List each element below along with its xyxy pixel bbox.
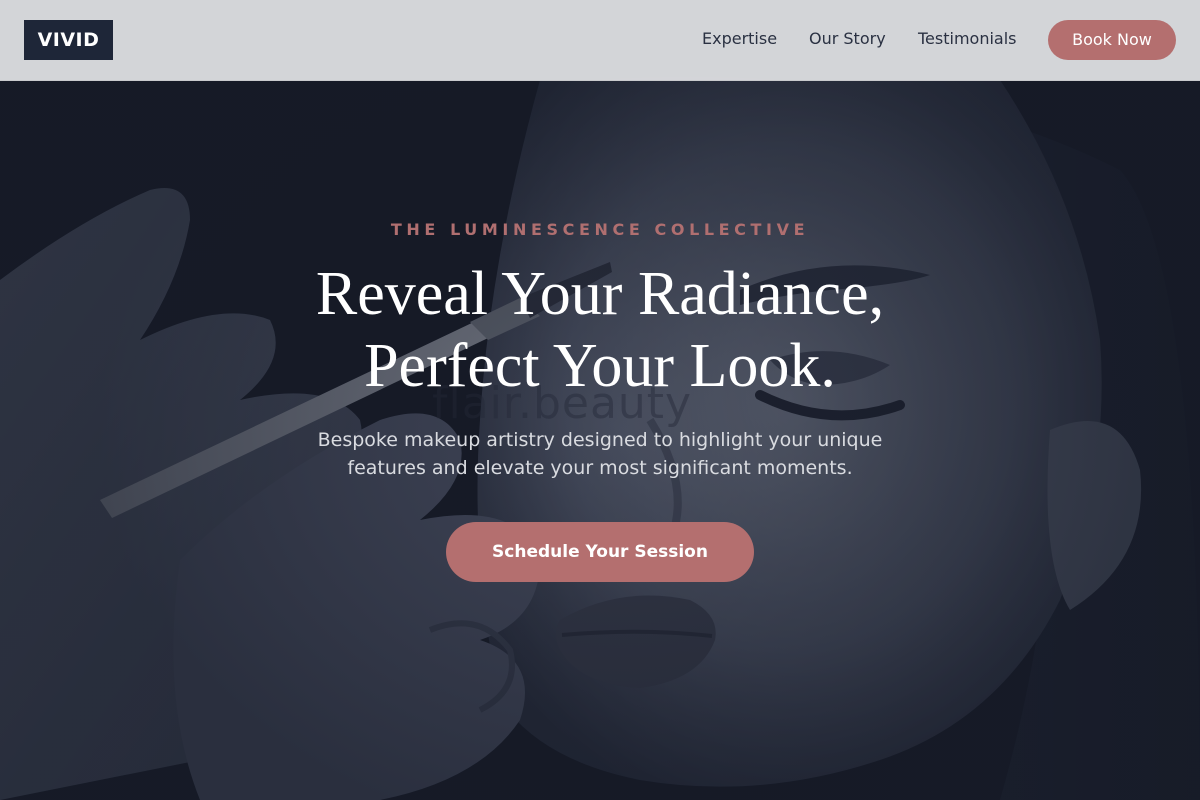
hero-headline-line-2: Perfect Your Look. [364, 332, 836, 400]
nav-link-testimonials[interactable]: Testimonials [918, 29, 1017, 49]
hero-subtext: Bespoke makeup artistry designed to high… [317, 429, 883, 479]
hero-headline-line-1: Reveal Your Radiance, [315, 260, 885, 328]
hero-eyebrow: THE LUMINESCENCE COLLECTIVE [390, 220, 810, 239]
top-navbar: VIVID Expertise Our Story Testimonials B… [0, 0, 1200, 81]
brand-logo[interactable]: VIVID [24, 20, 113, 60]
hero-headline: Reveal Your Radiance, Perfect Your Look. [0, 258, 1200, 402]
nav-link-expertise[interactable]: Expertise [702, 29, 777, 49]
schedule-session-button[interactable]: Schedule Your Session [446, 522, 754, 582]
nav-link-our-story[interactable]: Our Story [809, 29, 886, 49]
book-now-button[interactable]: Book Now [1048, 20, 1176, 60]
